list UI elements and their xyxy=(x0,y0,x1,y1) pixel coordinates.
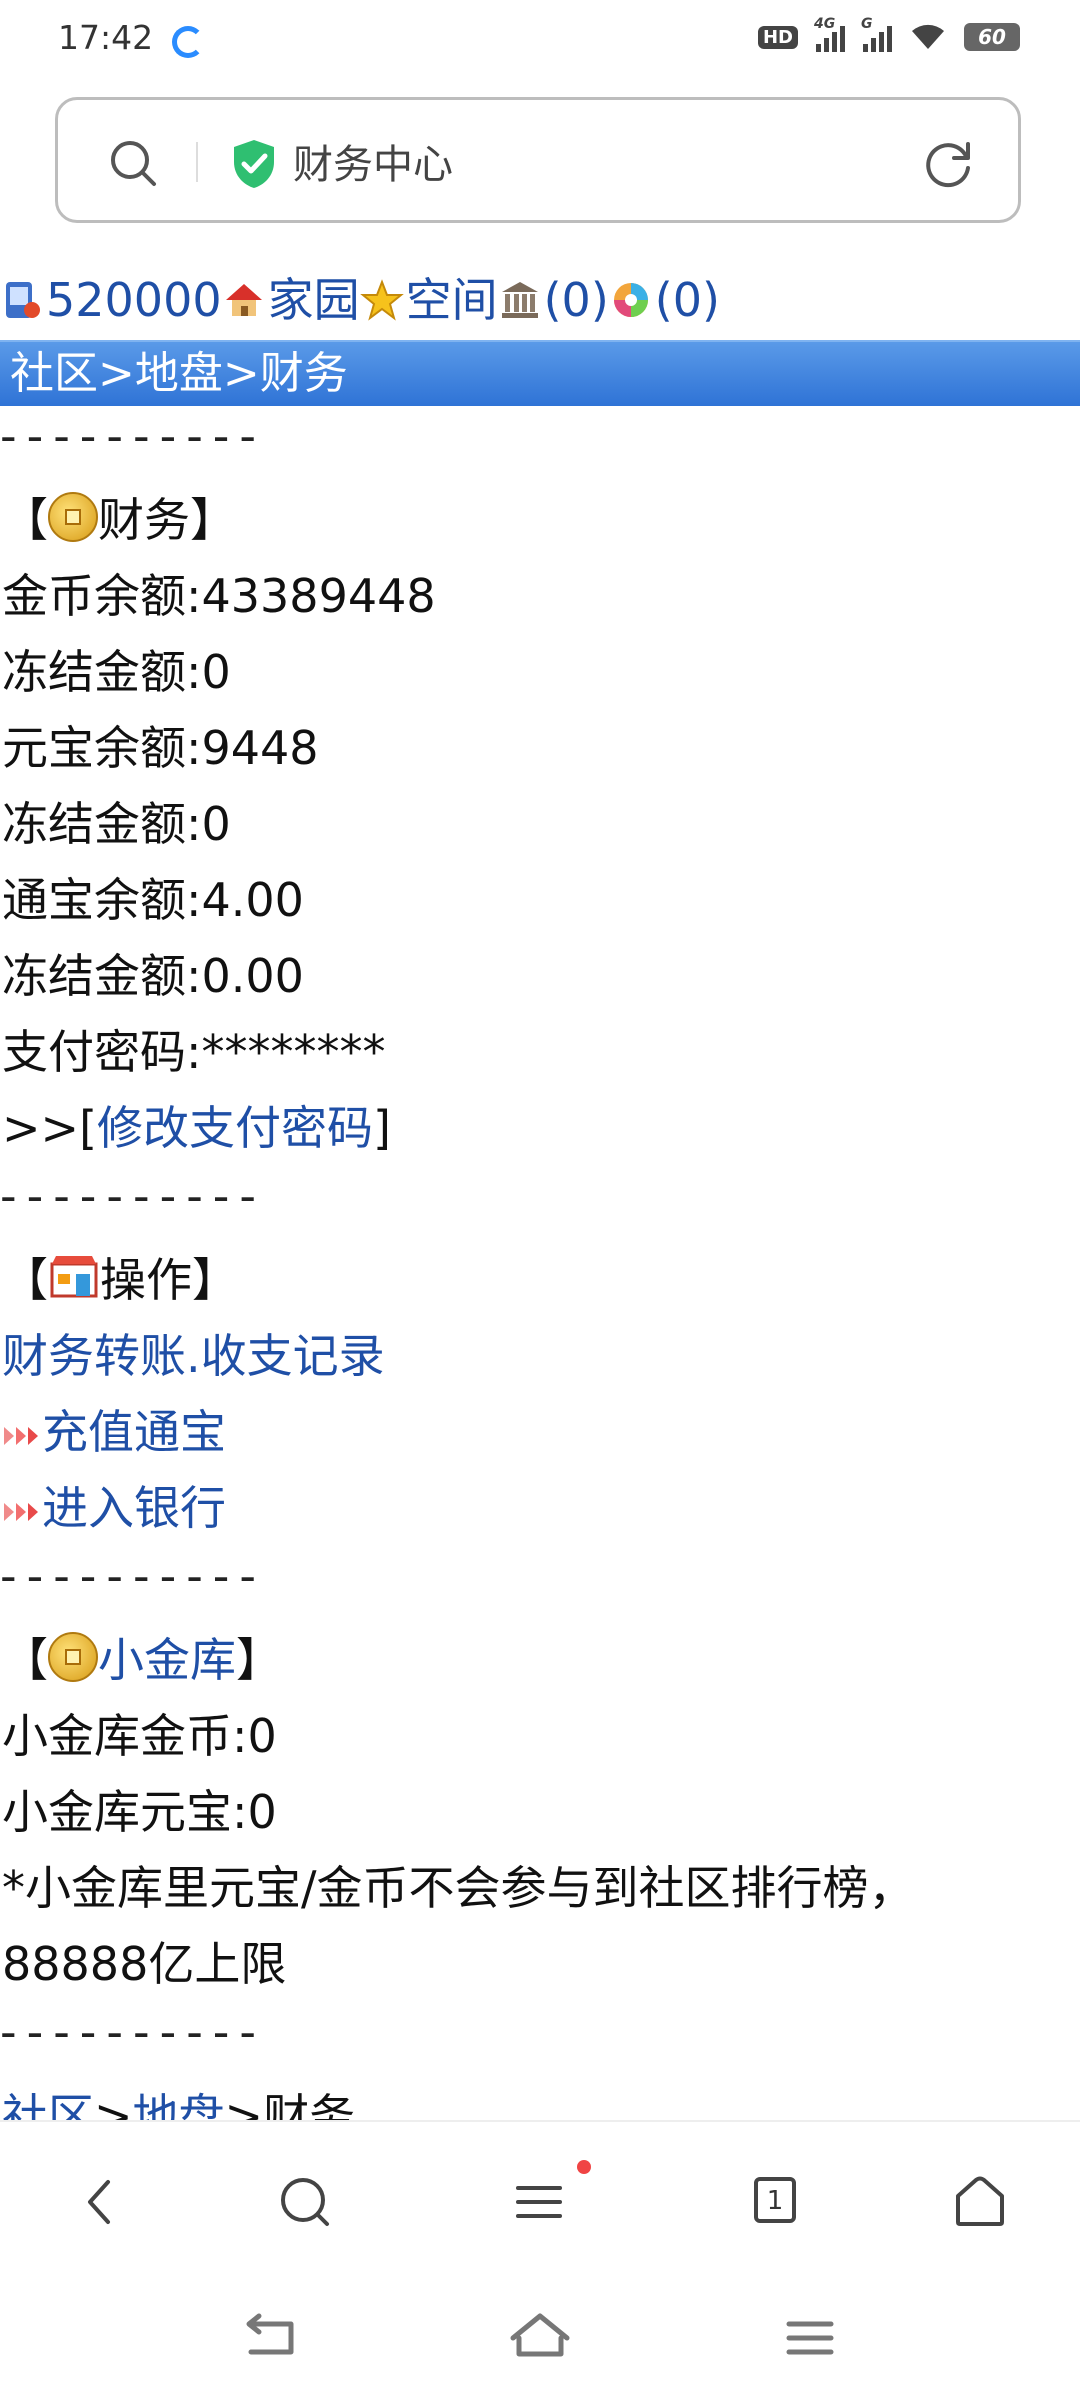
hd-icon: HD xyxy=(757,25,798,49)
change-password-prefix: >>[ xyxy=(2,1101,98,1155)
bracket-close: 】 xyxy=(192,1253,238,1307)
footer-community-link[interactable]: 社区 xyxy=(2,2089,94,2120)
bracket-close: 】 xyxy=(236,1633,282,1687)
phone-icon xyxy=(6,282,40,318)
breadcrumb-community[interactable]: 社区 xyxy=(10,348,98,399)
change-password-link[interactable]: 修改支付密码 xyxy=(97,1101,373,1155)
tabs-count: 1 xyxy=(754,2177,796,2223)
page-content: 520000 家园 空间 (0) (0) 社区>地盘>财务 ----------… xyxy=(0,260,1080,2120)
message-count-link[interactable]: (0) xyxy=(655,260,720,340)
recharge-row: 充值通宝 xyxy=(0,1394,1080,1470)
search-icon[interactable] xyxy=(108,138,158,188)
change-password-row: >>[修改支付密码] xyxy=(0,1090,1080,1166)
signal-label-2: G xyxy=(861,16,873,32)
breadcrumb-separator: > xyxy=(94,2089,133,2120)
vault-yuanbao: 小金库元宝:0 xyxy=(2,1785,277,1839)
system-nav-bar xyxy=(0,2280,1080,2400)
loading-icon xyxy=(172,26,204,58)
divider: ---------- xyxy=(0,1549,266,1603)
recharge-link[interactable]: 充值通宝 xyxy=(42,1405,226,1459)
message-icon xyxy=(613,283,648,317)
arrow-bullet-icon xyxy=(4,1426,38,1445)
bracket-open: 【 xyxy=(2,493,48,547)
footer-land-link[interactable]: 地盘 xyxy=(133,2089,225,2120)
coin-icon xyxy=(48,492,98,542)
vault-note: *小金库里元宝/金币不会参与到社区排行榜， xyxy=(2,1861,915,1915)
breadcrumb-separator: > xyxy=(98,348,135,399)
transfer-row: 财务转账.收支记录 xyxy=(0,1318,1080,1394)
pay-password: 支付密码:******** xyxy=(2,1025,386,1079)
bank-icon xyxy=(501,282,538,318)
operations-heading: 【 操作】 xyxy=(0,1242,1080,1318)
system-home-icon[interactable] xyxy=(505,2308,575,2368)
vault-heading: 【小金库】 xyxy=(0,1622,1080,1698)
star-icon xyxy=(359,279,404,321)
reload-icon[interactable] xyxy=(922,136,976,190)
menu-icon[interactable] xyxy=(500,2162,580,2242)
page-title[interactable]: 财务中心 xyxy=(293,132,453,190)
notification-dot xyxy=(577,2160,591,2174)
address-bar[interactable]: 财务中心 xyxy=(55,97,1021,223)
vault-limit: 88888亿上限 xyxy=(2,1937,287,1991)
vault-link[interactable]: 小金库 xyxy=(98,1633,236,1687)
divider: ---------- xyxy=(0,2005,266,2059)
breadcrumb-land[interactable]: 地盘 xyxy=(135,348,223,399)
operations-title: 操作 xyxy=(100,1253,192,1307)
breadcrumb: 社区>地盘>财务 xyxy=(0,340,1080,406)
home-link[interactable]: 家园 xyxy=(268,260,360,340)
money-link[interactable]: 520000 xyxy=(46,260,222,340)
gold-balance: 金币余额:43389448 xyxy=(2,569,436,623)
breadcrumb-separator: > xyxy=(222,348,260,399)
status-time: 17:42 xyxy=(58,18,154,57)
shop-icon xyxy=(50,1256,98,1298)
secure-shield-icon xyxy=(234,140,274,188)
signal-icon-2: G xyxy=(861,16,892,52)
gold-frozen: 冻结金额:0 xyxy=(2,645,231,699)
bracket-open: 【 xyxy=(2,1633,48,1687)
arrow-bullet-icon xyxy=(4,1502,38,1521)
tongbao-balance: 通宝余额:4.00 xyxy=(2,873,304,927)
address-divider xyxy=(196,142,198,182)
tabs-button[interactable]: 1 xyxy=(737,2162,817,2242)
wifi-icon xyxy=(912,24,944,49)
breadcrumb-separator: > xyxy=(224,2089,264,2120)
change-password-suffix: ] xyxy=(373,1101,391,1155)
status-bar: 17:42 HD 4G G 60 xyxy=(0,0,1080,84)
yuanbao-balance: 元宝余额:9448 xyxy=(2,721,319,775)
home-icon[interactable] xyxy=(940,2162,1020,2242)
breadcrumb-finance: 财务 xyxy=(259,348,348,399)
records-link[interactable]: 收支记录 xyxy=(201,1329,385,1383)
bracket-close: 】 xyxy=(190,493,236,547)
browser-toolbar: 1 xyxy=(0,2120,1080,2282)
divider: ---------- xyxy=(0,409,266,463)
back-icon[interactable] xyxy=(62,2162,142,2242)
signal-icon: 4G xyxy=(814,16,845,52)
top-nav: 520000 家园 空间 (0) (0) xyxy=(0,260,1080,340)
bank-link[interactable]: 进入银行 xyxy=(42,1481,226,1535)
transfer-link[interactable]: 财务转账 xyxy=(2,1329,186,1383)
bank-count-link[interactable]: (0) xyxy=(544,260,609,340)
search-icon[interactable] xyxy=(265,2162,345,2242)
yuanbao-frozen: 冻结金额:0 xyxy=(2,797,231,851)
footer-finance: 财务 xyxy=(263,2089,356,2120)
signal-label: 4G xyxy=(814,16,836,32)
system-recents-icon[interactable] xyxy=(775,2308,845,2368)
home-icon xyxy=(225,284,262,316)
battery-icon: 60 xyxy=(964,23,1020,51)
tongbao-frozen: 冻结金额:0.00 xyxy=(2,949,304,1003)
finance-title: 财务 xyxy=(98,493,190,547)
status-icons: HD 4G G 60 xyxy=(757,16,1020,52)
vault-gold: 小金库金币:0 xyxy=(2,1709,277,1763)
bracket-open: 【 xyxy=(2,1253,48,1307)
footer-breadcrumb: 社区>地盘>财务 xyxy=(0,2078,1080,2120)
system-back-icon[interactable] xyxy=(235,2308,305,2368)
coin-icon xyxy=(48,1632,98,1682)
bank-row: 进入银行 xyxy=(0,1470,1080,1546)
space-link[interactable]: 空间 xyxy=(406,260,498,340)
separator-dot: . xyxy=(186,1329,201,1383)
finance-heading: 【财务】 xyxy=(0,482,1080,558)
divider: ---------- xyxy=(0,1169,266,1223)
